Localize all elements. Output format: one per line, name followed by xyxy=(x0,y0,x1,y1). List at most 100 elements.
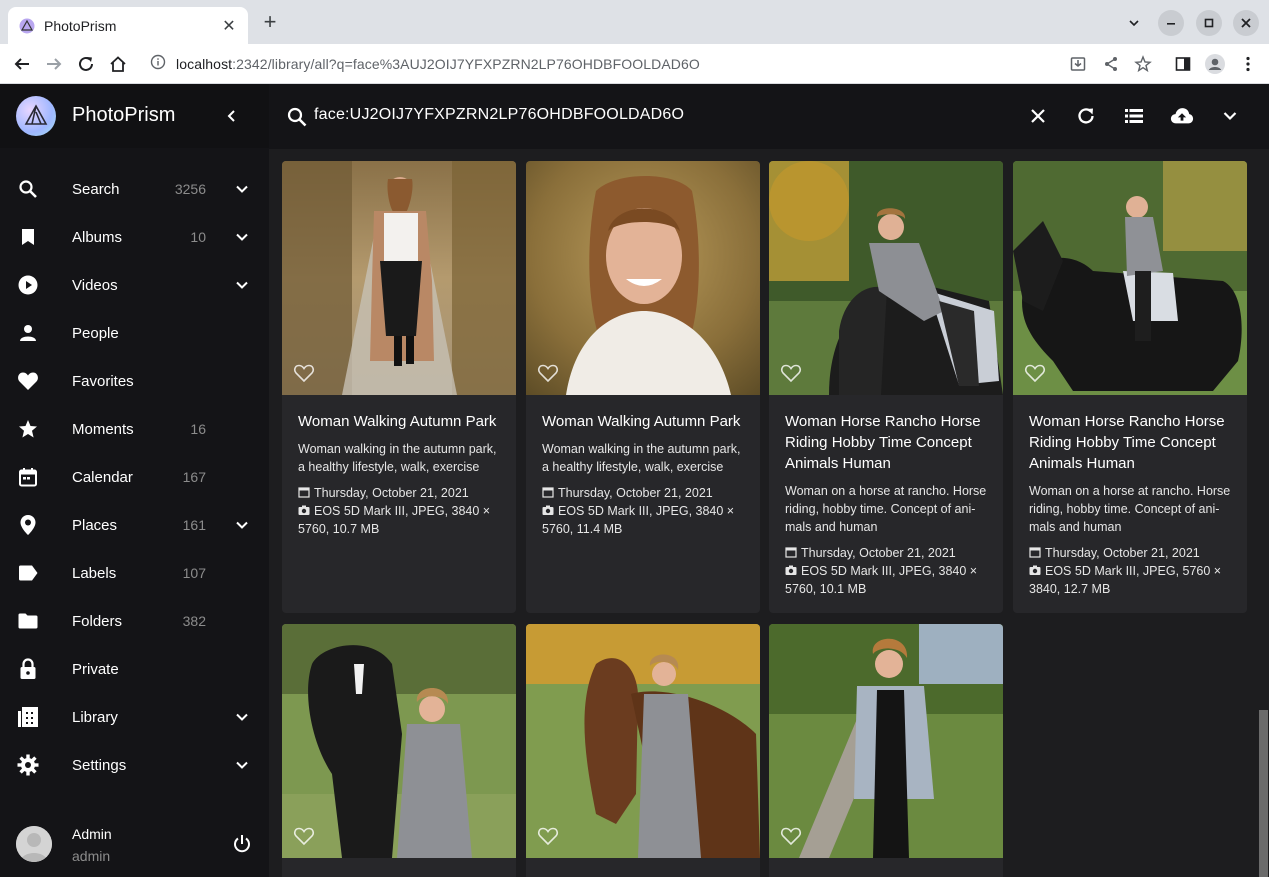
home-icon[interactable] xyxy=(106,52,130,76)
sidebar-item-places[interactable]: Places 161 xyxy=(0,501,269,549)
photo-thumbnail[interactable] xyxy=(526,161,760,395)
tab-search-icon[interactable] xyxy=(1121,10,1147,36)
calendar-icon xyxy=(298,485,310,498)
photo-thumbnail[interactable] xyxy=(769,624,1003,858)
install-app-icon[interactable] xyxy=(1066,52,1090,76)
photo-card[interactable] xyxy=(769,624,1003,877)
bookmark-star-icon[interactable] xyxy=(1131,52,1155,76)
info-icon[interactable] xyxy=(150,54,166,75)
sidebar-item-count: 161 xyxy=(182,517,206,533)
scrollbar-thumb[interactable] xyxy=(1259,710,1268,877)
browser-tab[interactable]: PhotoPrism ✕ xyxy=(8,7,248,44)
photo-thumbnail[interactable] xyxy=(282,624,516,858)
sidebar-item-label: Favorites xyxy=(72,372,134,390)
photo-card[interactable]: Woman Walking Autumn Park Woman walking … xyxy=(282,161,516,613)
photo-title[interactable]: Woman Horse Rancho Horse Riding Hobby Ti… xyxy=(785,411,989,474)
list-view-icon[interactable] xyxy=(1122,104,1146,128)
chevron-down-icon[interactable] xyxy=(230,513,254,537)
avatar[interactable] xyxy=(16,826,52,862)
chevron-down-icon[interactable] xyxy=(230,177,254,201)
photo-description: Woman walking in the autumn park, a heal… xyxy=(298,442,497,474)
sidebar-item-favorites[interactable]: Favorites xyxy=(0,357,269,405)
photo-date-text: Thursday, October 21, 2021 xyxy=(558,486,713,500)
sidebar-item-albums[interactable]: Albums 10 xyxy=(0,213,269,261)
sidebar-item-label: Settings xyxy=(72,756,127,774)
favorite-heart-icon[interactable] xyxy=(779,824,803,848)
library-icon xyxy=(16,705,40,729)
cloud-upload-icon[interactable] xyxy=(1170,104,1194,128)
favorite-heart-icon[interactable] xyxy=(536,361,560,385)
photoprism-favicon-icon xyxy=(18,17,36,35)
sidebar-item-label: Library xyxy=(72,708,118,726)
user-name: Admin xyxy=(72,826,112,842)
sidebar-item-library[interactable]: Library xyxy=(0,693,269,741)
side-panel-icon[interactable] xyxy=(1171,52,1195,76)
sidebar-item-moments[interactable]: Moments 16 xyxy=(0,405,269,453)
sidebar-item-settings[interactable]: Settings xyxy=(0,741,269,789)
photo-description: Woman on a horse at rancho. Horse riding… xyxy=(785,484,987,534)
photoprism-logo-icon[interactable] xyxy=(16,96,56,136)
user-login: admin xyxy=(72,848,111,864)
profile-icon[interactable] xyxy=(1203,52,1227,76)
sidebar-item-videos[interactable]: Videos xyxy=(0,261,269,309)
photo-date: Thursday, October 21, 2021 xyxy=(298,484,506,502)
photo-title[interactable]: Woman Walking Autumn Park xyxy=(298,411,502,432)
clear-search-icon[interactable] xyxy=(1026,104,1050,128)
sidebar-item-folders[interactable]: Folders 382 xyxy=(0,597,269,645)
refresh-icon[interactable] xyxy=(1074,104,1098,128)
sidebar-item-people[interactable]: People xyxy=(0,309,269,357)
sidebar-item-calendar[interactable]: Calendar 167 xyxy=(0,453,269,501)
search-toolbar: face:UJ2OIJ7YFXPZRN2LP76OHDBFOOLDAD6O xyxy=(269,84,1269,149)
maximize-button[interactable] xyxy=(1196,10,1222,36)
new-tab-button[interactable]: + xyxy=(258,10,282,34)
sidebar-item-private[interactable]: Private xyxy=(0,645,269,693)
photo-description: Woman on a horse at rancho. Horse riding… xyxy=(1029,484,1231,534)
forward-arrow-icon[interactable] xyxy=(42,52,66,76)
folder-icon xyxy=(16,609,40,633)
photo-card[interactable]: Woman Walking Autumn Park Woman walking … xyxy=(526,161,760,613)
minimize-button[interactable] xyxy=(1158,10,1184,36)
address-bar[interactable]: localhost:2342/library/all?q=face%3AUJ2O… xyxy=(140,48,1160,80)
chevron-down-icon[interactable] xyxy=(230,273,254,297)
photo-title[interactable]: Woman Horse Rancho Horse Riding Hobby Ti… xyxy=(1029,411,1233,474)
photo-date: Thursday, October 21, 2021 xyxy=(542,484,750,502)
close-window-button[interactable] xyxy=(1233,10,1259,36)
url-host: localhost xyxy=(176,56,233,72)
chevron-down-icon[interactable] xyxy=(230,753,254,777)
sidebar-item-count: 107 xyxy=(182,565,206,581)
photo-thumbnail[interactable] xyxy=(769,161,1003,395)
photo-thumbnail[interactable] xyxy=(526,624,760,858)
photo-card[interactable] xyxy=(282,624,516,877)
photo-thumbnail[interactable] xyxy=(282,161,516,395)
favorite-heart-icon[interactable] xyxy=(292,824,316,848)
photo-camera-text: EOS 5D Mark III, JPEG, 3840 × 5760, 11.4… xyxy=(542,504,735,536)
sidebar-item-labels[interactable]: Labels 107 xyxy=(0,549,269,597)
collapse-sidebar-icon[interactable] xyxy=(220,104,244,128)
close-tab-icon[interactable]: ✕ xyxy=(220,16,238,36)
chevron-down-icon[interactable] xyxy=(1218,104,1242,128)
sidebar-item-count: 167 xyxy=(182,469,206,485)
favorite-heart-icon[interactable] xyxy=(536,824,560,848)
photo-card[interactable] xyxy=(526,624,760,877)
share-icon[interactable] xyxy=(1099,52,1123,76)
reload-icon[interactable] xyxy=(74,52,98,76)
sidebar-item-search[interactable]: Search 3256 xyxy=(0,165,269,213)
favorite-heart-icon[interactable] xyxy=(779,361,803,385)
favorite-heart-icon[interactable] xyxy=(1023,361,1047,385)
photo-thumbnail[interactable] xyxy=(1013,161,1247,395)
sidebar-item-label: Videos xyxy=(72,276,118,294)
back-arrow-icon[interactable] xyxy=(10,52,34,76)
photo-card[interactable]: Woman Horse Rancho Horse Riding Hobby Ti… xyxy=(769,161,1003,613)
chevron-down-icon[interactable] xyxy=(230,705,254,729)
browser-menu-icon[interactable] xyxy=(1236,52,1260,76)
photo-card[interactable]: Woman Horse Rancho Horse Riding Hobby Ti… xyxy=(1013,161,1247,613)
photo-date-text: Thursday, October 21, 2021 xyxy=(801,546,956,560)
photo-title[interactable]: Woman Walking Autumn Park xyxy=(542,411,746,432)
photo-camera-text: EOS 5D Mark III, JPEG, 5760 × 3840, 12.7… xyxy=(1029,564,1222,596)
search-input[interactable]: face:UJ2OIJ7YFXPZRN2LP76OHDBFOOLDAD6O xyxy=(314,106,684,124)
sidebar-item-label: Places xyxy=(72,516,118,534)
favorite-heart-icon[interactable] xyxy=(292,361,316,385)
logout-power-icon[interactable] xyxy=(230,832,254,856)
calendar-icon xyxy=(542,485,554,498)
chevron-down-icon[interactable] xyxy=(230,225,254,249)
